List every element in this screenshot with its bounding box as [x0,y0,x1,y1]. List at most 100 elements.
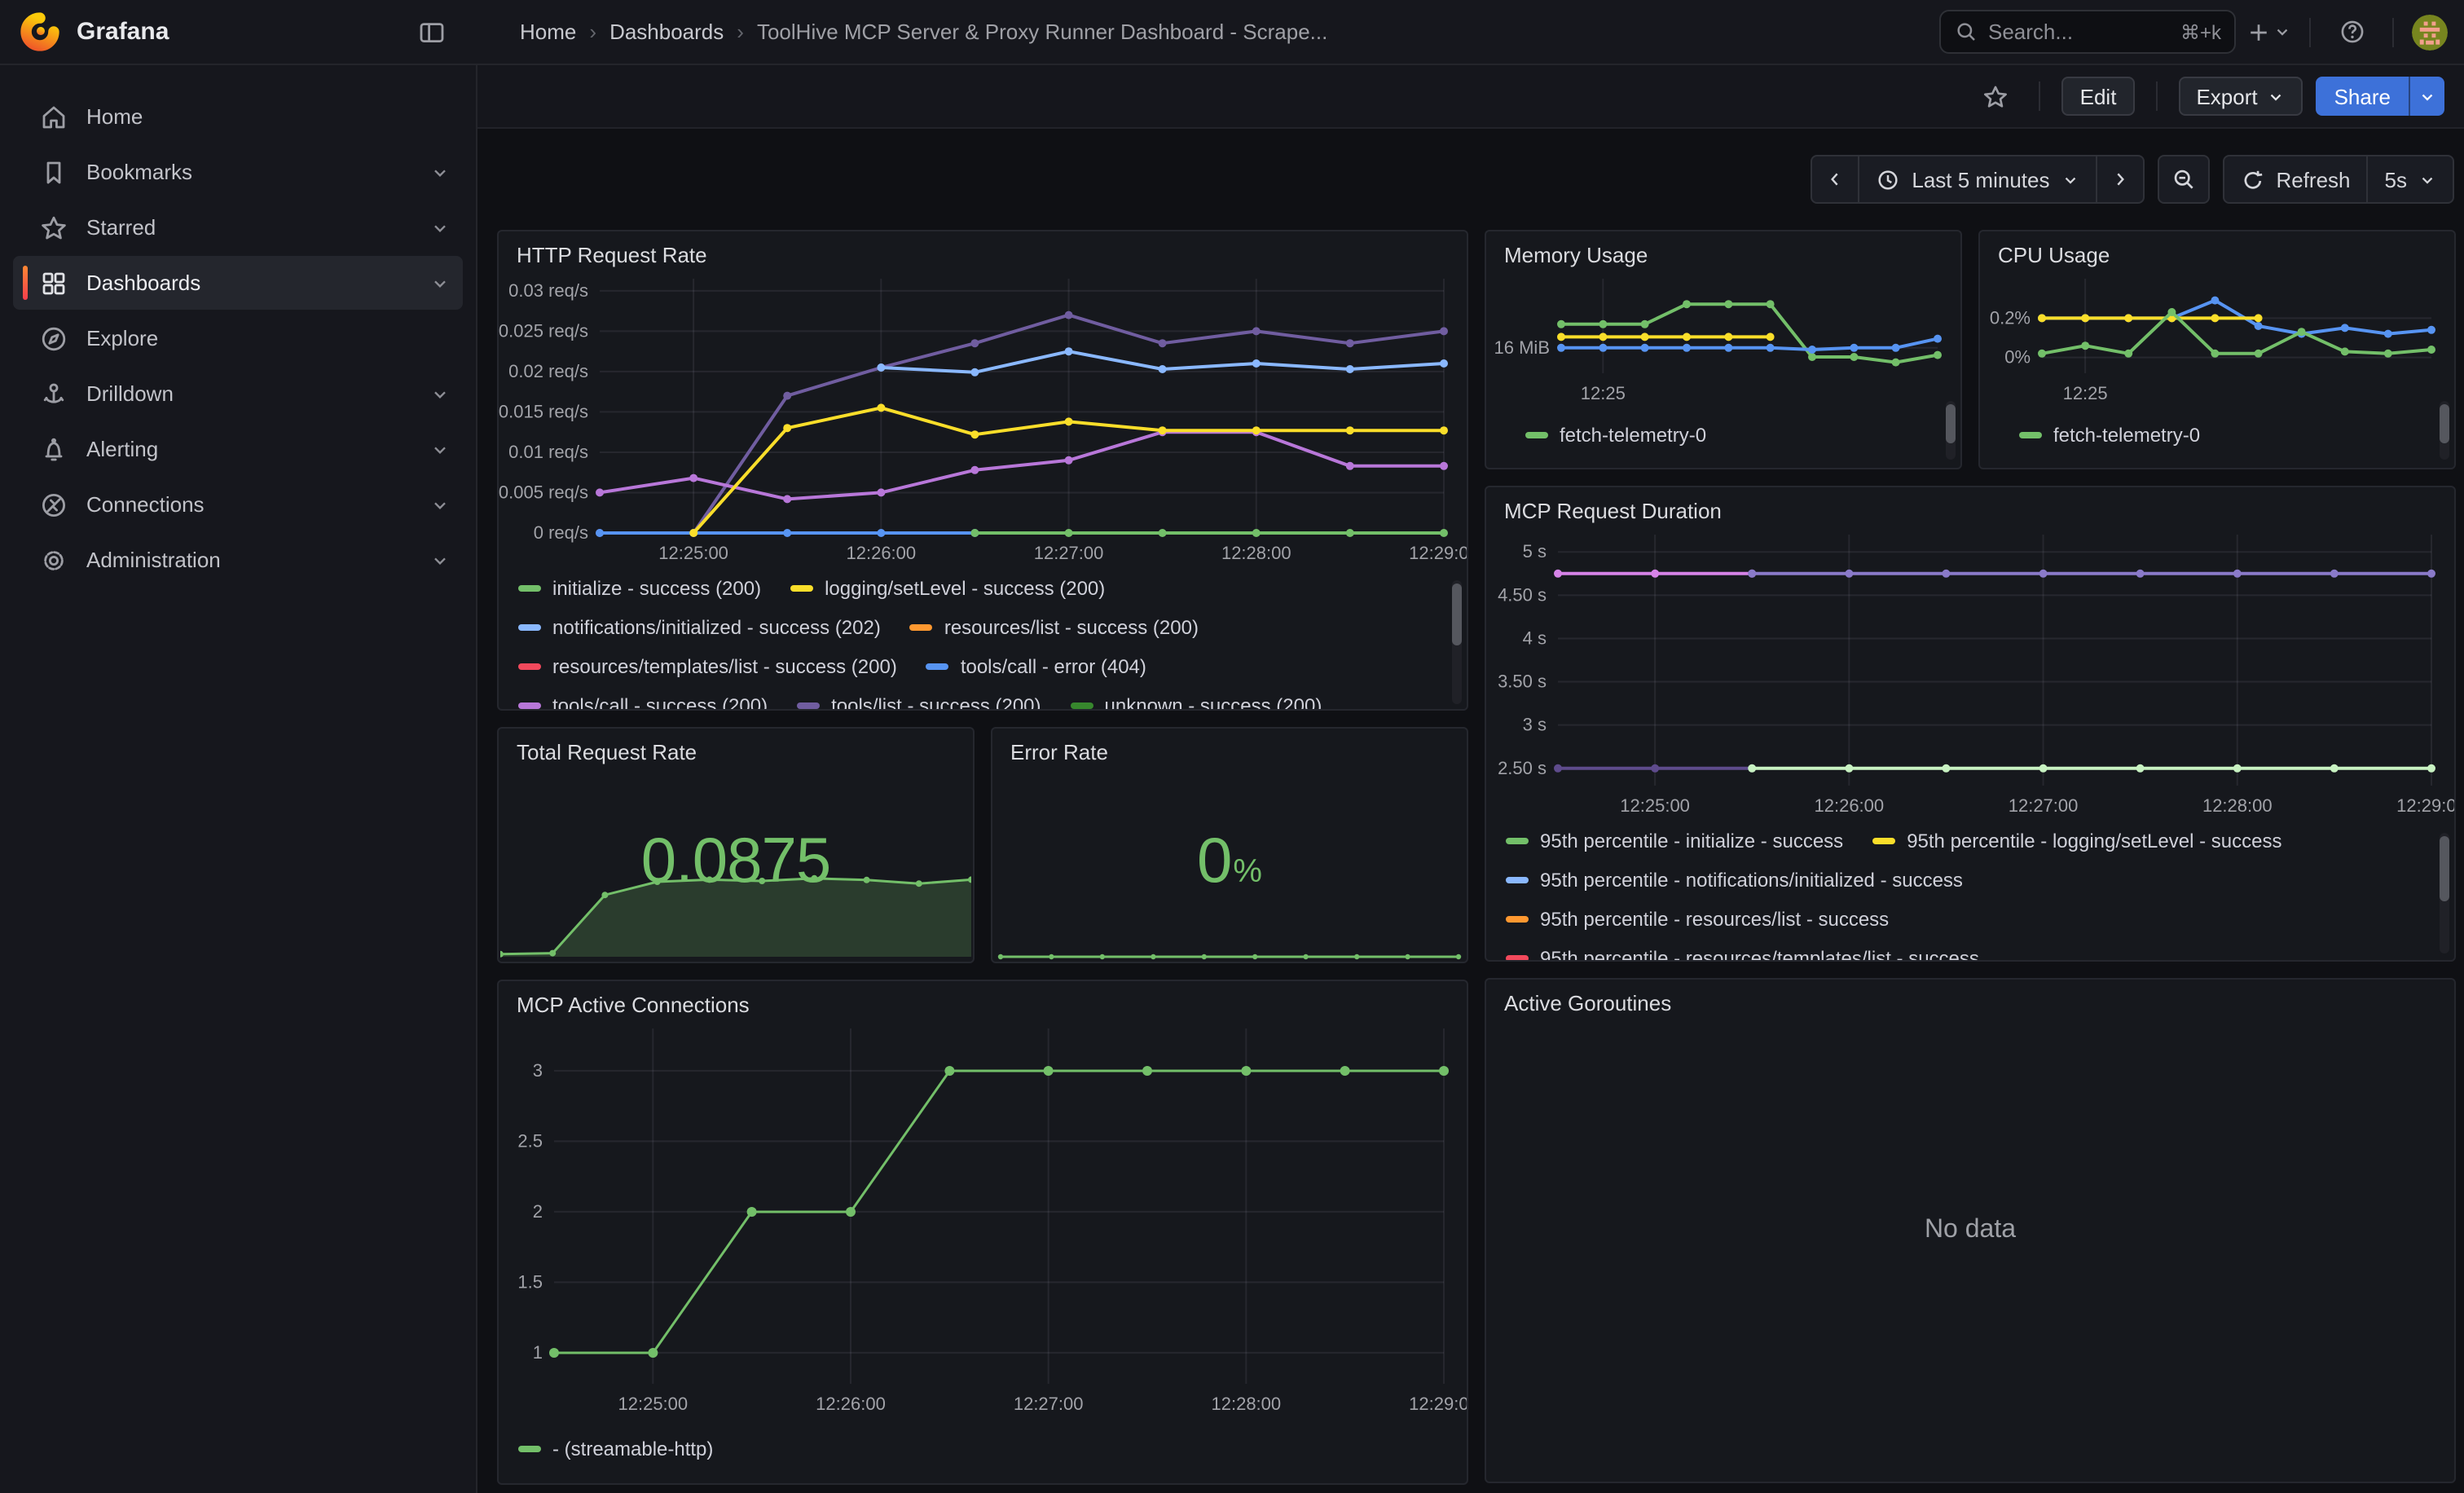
sidebar-item-starred[interactable]: Starred [13,200,463,254]
mcp-request-duration-chart[interactable]: 5 s4.50 s4 s3.50 s3 s2.50 s12:25:0012:26… [1486,525,2454,821]
legend-row: fetch-telemetry-0 [1525,416,1706,455]
refresh-interval-picker[interactable]: 5s [2367,156,2453,202]
sidebar-item-explore[interactable]: Explore [13,311,463,365]
legend-swatch [1071,702,1093,709]
legend-item[interactable]: resources/list - success (200) [910,616,1199,639]
sidebar-item-administration[interactable]: Administration [13,533,463,587]
legend-item[interactable]: resources/templates/list - success (200) [518,655,897,678]
legend-item[interactable]: 95th percentile - resources/templates/li… [1506,947,1979,962]
share-button[interactable]: Share [2317,77,2409,116]
legend-item[interactable]: 95th percentile - initialize - success [1506,830,1843,852]
favorite-button[interactable] [1973,73,2018,119]
brand-label: Grafana [77,18,409,46]
time-range-picker[interactable]: Last 5 minutes [1858,156,2095,202]
legend-item[interactable]: tools/call - error (404) [926,655,1146,678]
sidebar-item-label: Home [86,104,450,129]
panel-title[interactable]: Memory Usage [1486,231,1960,269]
legend-item[interactable]: - (streamable-http) [518,1438,713,1460]
sidebar-item-connections[interactable]: Connections [13,478,463,531]
svg-text:5 s: 5 s [1523,541,1547,562]
chevron-down-icon [2273,23,2291,41]
sidebar-toggle-button[interactable] [409,9,455,55]
legend-swatch [1506,955,1529,962]
clock-icon [1876,167,1900,192]
legend-item[interactable]: initialize - success (200) [518,577,761,600]
svg-text:0.01 req/s: 0.01 req/s [508,442,588,462]
panel-title[interactable]: MCP Request Duration [1486,487,2454,525]
legend-label: resources/list - success (200) [944,616,1199,639]
legend-scrollbar[interactable] [2440,836,2449,901]
add-button[interactable] [2246,9,2291,55]
edit-button[interactable]: Edit [2062,77,2135,116]
export-button[interactable]: Export [2178,77,2303,116]
legend-swatch [518,624,541,631]
chevron-down-icon[interactable] [430,439,450,459]
chevron-down-icon[interactable] [430,218,450,237]
time-shift-forward-button[interactable] [2095,156,2142,202]
legend-label: 95th percentile - initialize - success [1540,830,1843,852]
breadcrumb-item[interactable]: Dashboards [609,20,724,44]
legend-item[interactable]: tools/call - success (200) [518,694,768,711]
refresh-button[interactable]: Refresh [2224,156,2366,202]
legend-item[interactable]: 95th percentile - notifications/initiali… [1506,869,1963,892]
chevron-down-icon[interactable] [430,384,450,403]
legend-scrollbar[interactable] [1946,404,1956,443]
legend-scrollbar[interactable] [2440,404,2449,443]
legend-scrollbar[interactable] [1452,584,1462,645]
panel-title[interactable]: Error Rate [992,729,1467,766]
legend-item[interactable]: fetch-telemetry-0 [2019,424,2200,447]
memory-usage-chart[interactable]: 16 MiB12:25 [1486,269,1960,409]
chevron-down-icon[interactable] [430,495,450,514]
sidebar-item-drilldown[interactable]: Drilldown [13,367,463,421]
time-shift-back-button[interactable] [1812,156,1858,202]
chevron-down-icon [2268,87,2286,105]
panel-error-rate: Error Rate 0% [991,727,1468,963]
sidebar-item-alerting[interactable]: Alerting [13,422,463,476]
sidebar-item-label: Bookmarks [86,160,430,184]
panel-title[interactable]: CPU Usage [1980,231,2454,269]
legend-item[interactable]: tools/list - success (200) [797,694,1041,711]
chevron-down-icon[interactable] [430,273,450,293]
legend-label: 95th percentile - resources/templates/li… [1540,947,1979,962]
refresh-icon [2240,167,2264,192]
legend-swatch [518,663,541,670]
panel-title[interactable]: HTTP Request Rate [499,231,1467,269]
zoom-out-button[interactable] [2157,155,2209,204]
panel-cpu-usage: CPU Usage 0.2%0%12:25 fetch-telemetry-0 [1978,230,2456,469]
user-avatar[interactable] [2412,14,2448,50]
legend-swatch [797,702,820,709]
http-request-rate-chart[interactable]: 0 req/s0.005 req/s0.01 req/s0.015 req/s0… [499,269,1467,569]
svg-text:12:26:00: 12:26:00 [816,1394,886,1414]
mcp-active-connections-chart[interactable]: 11.522.5312:25:0012:26:0012:27:0012:28:0… [499,1019,1467,1420]
legend-item[interactable]: 95th percentile - resources/list - succe… [1506,908,1889,931]
search-input[interactable]: Search... ⌘+k [1939,10,2236,54]
svg-text:0.03 req/s: 0.03 req/s [508,280,588,301]
cpu-usage-chart[interactable]: 0.2%0%12:25 [1980,269,2454,409]
panel-title[interactable]: Total Request Rate [499,729,973,766]
chevron-down-icon[interactable] [430,550,450,570]
legend-label: fetch-telemetry-0 [2053,424,2200,447]
svg-text:12:28:00: 12:28:00 [2202,795,2273,816]
legend-item[interactable]: 95th percentile - logging/setLevel - suc… [1872,830,2281,852]
panel-title[interactable]: MCP Active Connections [499,981,1467,1019]
grafana-logo[interactable] [20,11,60,52]
breadcrumb-item[interactable]: Home [520,20,576,44]
breadcrumb-separator: › [589,20,596,44]
error-rate-sparkline [994,940,1465,960]
share-menu-button[interactable] [2409,77,2444,116]
svg-text:1.5: 1.5 [517,1271,543,1292]
sidebar-item-label: Explore [86,326,450,350]
help-button[interactable] [2329,9,2374,55]
legend-item[interactable]: logging/setLevel - success (200) [790,577,1105,600]
chevron-down-icon[interactable] [430,162,450,182]
legend-item[interactable]: unknown - success (200) [1071,694,1322,711]
sidebar-item-home[interactable]: Home [13,90,463,143]
sidebar-item-bookmarks[interactable]: Bookmarks [13,145,463,199]
legend-item[interactable]: fetch-telemetry-0 [1525,424,1706,447]
sidebar-item-dashboards[interactable]: Dashboards [13,256,463,310]
gear-icon [39,545,68,575]
legend-item[interactable]: notifications/initialized - success (202… [518,616,881,639]
error-rate-suffix: % [1233,853,1262,889]
active-accent-bar [23,266,28,300]
svg-text:12:25:00: 12:25:00 [658,543,728,563]
